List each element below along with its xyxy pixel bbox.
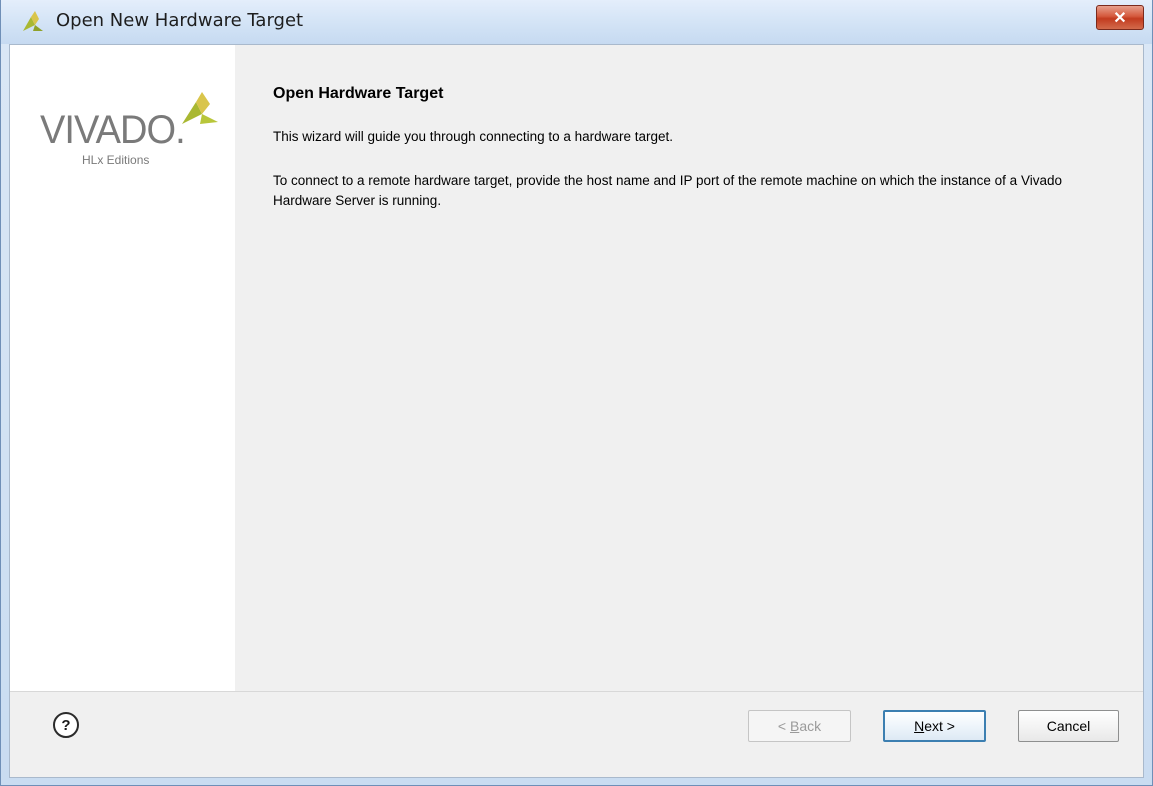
back-button-prefix: < [777, 718, 790, 734]
back-button-mnemonic: B [789, 718, 800, 734]
help-button[interactable]: ? [53, 712, 79, 738]
page-title: Open Hardware Target [273, 85, 444, 102]
next-button-mnemonic: N [914, 718, 925, 734]
help-icon: ? [61, 716, 71, 734]
logo-wordmark: VIVADO. [40, 108, 186, 152]
window-title: Open New Hardware Target [56, 10, 304, 31]
vivado-logo-mark-icon [182, 92, 218, 124]
back-button[interactable]: < Back [748, 710, 851, 742]
vivado-mark-icon [23, 11, 43, 31]
close-button[interactable]: ✕ [1096, 5, 1144, 30]
title-bar[interactable]: Open New Hardware Target ✕ [1, 0, 1152, 44]
wizard-content: Open Hardware Target This wizard will gu… [235, 45, 1143, 691]
vivado-logo: VIVADO. HLx Editions [40, 90, 220, 167]
wizard-client-area: VIVADO. HLx Editions Open Hardware Targe… [9, 44, 1144, 778]
back-button-rest: ack [799, 718, 822, 734]
intro-text: This wizard will guide you through conne… [273, 129, 673, 144]
cancel-button-label: Cancel [1046, 718, 1091, 734]
wizard-window: Open New Hardware Target ✕ VIVADO. HLx E… [0, 0, 1153, 786]
cancel-button[interactable]: Cancel [1018, 710, 1119, 742]
wizard-side-panel: VIVADO. HLx Editions [10, 45, 235, 691]
wizard-footer: ? < Back Next > Cancel [10, 692, 1143, 777]
close-icon: ✕ [1113, 9, 1127, 27]
instructions-text: To connect to a remote hardware target, … [273, 173, 1062, 208]
next-button-rest: ext > [924, 718, 955, 734]
logo-subtitle: HLx Editions [82, 153, 150, 167]
next-button[interactable]: Next > [883, 710, 986, 742]
